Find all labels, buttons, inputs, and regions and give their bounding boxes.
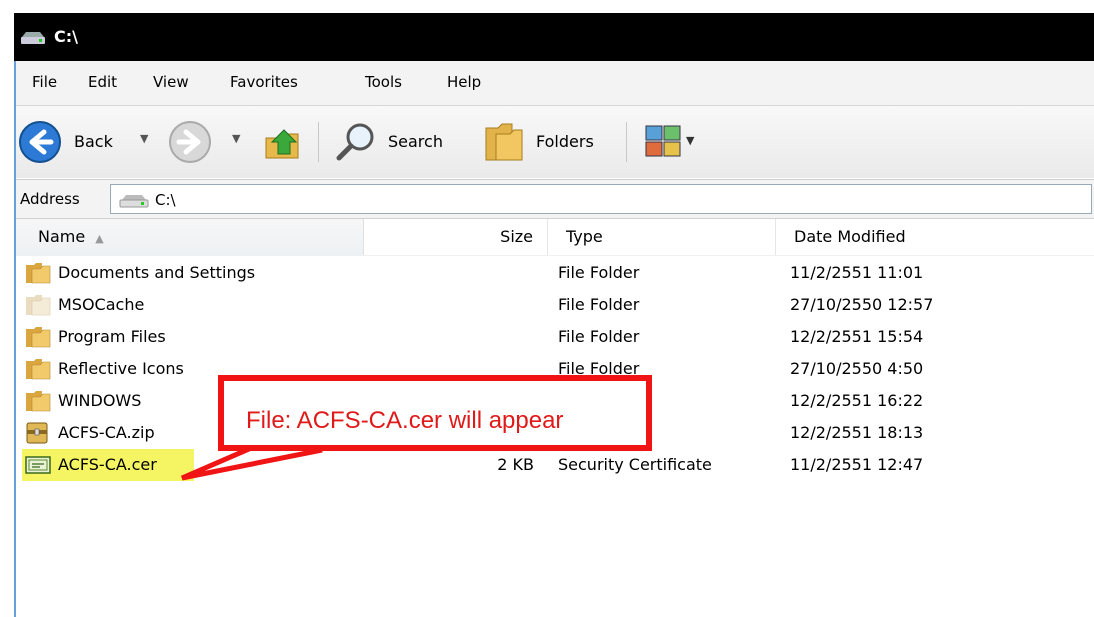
zip-icon: [26, 422, 48, 444]
file-size: 2 KB: [497, 455, 534, 474]
toolbar: Back ▼ ▼ Search Folders ▼: [16, 105, 1094, 178]
file-row-selected[interactable]: ACFS-CA.cer 2 KB Security Certificate 11…: [16, 449, 1094, 481]
menu-edit[interactable]: Edit: [88, 73, 117, 91]
file-name: Documents and Settings: [58, 263, 256, 282]
annotation-callout: File: ACFS-CA.cer will appear: [218, 375, 652, 451]
menu-bar: File Edit View Favorites Tools Help: [16, 61, 1094, 105]
file-type: File Folder: [558, 327, 640, 346]
explorer-screenshot: C:\ File Edit View Favorites Tools Help …: [0, 0, 1094, 617]
forward-dropdown-icon[interactable]: ▼: [232, 132, 240, 145]
folder-icon: [26, 327, 51, 348]
file-row[interactable]: MSOCache File Folder 27/10/2550 12:57: [16, 289, 1094, 321]
menu-file[interactable]: File: [32, 73, 57, 91]
folder-icon: [26, 263, 51, 284]
search-label: Search: [388, 132, 443, 151]
file-name: WINDOWS: [58, 391, 142, 410]
search-icon: [336, 123, 374, 161]
back-dropdown-icon[interactable]: ▼: [140, 132, 148, 145]
file-name: Reflective Icons: [58, 359, 184, 378]
column-header-type[interactable]: Type: [548, 219, 776, 255]
back-button[interactable]: Back ▼: [18, 120, 160, 164]
up-folder-icon[interactable]: [262, 124, 302, 162]
certificate-icon: [25, 456, 51, 474]
folders-label: Folders: [536, 132, 594, 151]
address-value: C:\: [155, 191, 176, 209]
menu-favorites[interactable]: Favorites: [230, 73, 298, 91]
file-name: ACFS-CA.cer: [58, 455, 157, 474]
address-bar: Address C:\: [16, 179, 1094, 219]
drive-icon: [21, 32, 45, 44]
views-icon: [645, 125, 681, 157]
folder-icon: [26, 359, 51, 380]
file-name: Program Files: [58, 327, 166, 346]
back-arrow-icon: [19, 121, 61, 163]
sort-ascending-icon: ▲: [95, 232, 104, 245]
file-row[interactable]: Documents and Settings File Folder 11/2/…: [16, 257, 1094, 289]
file-type: File Folder: [558, 263, 640, 282]
address-label: Address: [20, 190, 80, 208]
menu-help[interactable]: Help: [447, 73, 481, 91]
file-date: 12/2/2551 18:13: [790, 423, 924, 442]
back-label: Back: [74, 132, 113, 151]
folders-icon: [485, 123, 523, 161]
column-header-size[interactable]: Size: [364, 219, 548, 255]
file-name: MSOCache: [58, 295, 145, 314]
window-title: C:\: [54, 27, 78, 46]
folder-icon: [26, 295, 51, 316]
file-type: File Folder: [558, 295, 640, 314]
column-header-name[interactable]: Name ▲: [16, 219, 364, 255]
drive-icon: [119, 195, 149, 208]
annotation-text: File: ACFS-CA.cer will appear: [246, 407, 564, 434]
column-header-date[interactable]: Date Modified: [776, 219, 1094, 255]
forward-button[interactable]: ▼: [168, 120, 248, 164]
folders-button[interactable]: Folders: [482, 120, 612, 164]
menu-view[interactable]: View: [153, 73, 189, 91]
file-row[interactable]: Program Files File Folder 12/2/2551 15:5…: [16, 321, 1094, 353]
views-dropdown-icon: ▼: [686, 134, 695, 147]
file-date: 12/2/2551 16:22: [790, 391, 924, 410]
title-bar: C:\: [14, 13, 1094, 61]
file-date: 11/2/2551 12:47: [790, 455, 924, 474]
file-name: ACFS-CA.zip: [58, 423, 155, 442]
file-date: 11/2/2551 11:01: [790, 263, 924, 282]
column-header-row: Name ▲ Size Type Date Modified: [16, 219, 1094, 256]
file-date: 27/10/2550 4:50: [790, 359, 924, 378]
views-button[interactable]: ▼: [644, 124, 704, 164]
file-type: Security Certificate: [558, 455, 712, 474]
column-name-label: Name: [38, 227, 86, 246]
file-date: 12/2/2551 15:54: [790, 327, 924, 346]
explorer-window: File Edit View Favorites Tools Help Back…: [14, 61, 1094, 617]
forward-arrow-icon: [169, 121, 211, 163]
file-date: 27/10/2550 12:57: [790, 295, 934, 314]
search-button[interactable]: Search: [334, 120, 464, 164]
folder-icon: [26, 391, 51, 412]
menu-tools[interactable]: Tools: [365, 73, 402, 91]
address-input[interactable]: C:\: [110, 184, 1092, 214]
